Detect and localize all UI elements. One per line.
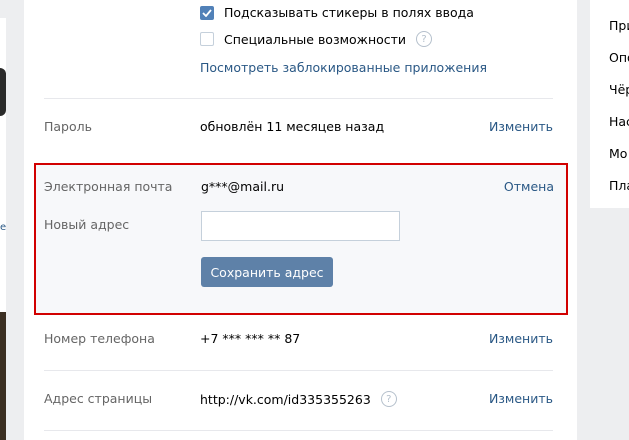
nav-item[interactable]: При	[609, 18, 629, 33]
option-sticker-hints[interactable]: Подсказывать стикеры в полях ввода	[200, 5, 474, 20]
page-address-label: Адрес страницы	[44, 391, 153, 406]
left-column: e	[0, 0, 24, 440]
option-label: Подсказывать стикеры в полях ввода	[224, 5, 474, 20]
option-accessibility[interactable]: Специальные возможности ?	[200, 31, 433, 47]
left-avatar-fragment	[0, 68, 6, 116]
left-card	[0, 18, 6, 312]
help-icon[interactable]: ?	[380, 391, 397, 407]
settings-panel: Подсказывать стикеры в полях ввода Специ…	[24, 0, 577, 440]
divider	[44, 370, 553, 371]
checkbox-checked-icon[interactable]	[200, 5, 214, 20]
new-email-input[interactable]	[201, 211, 400, 241]
checkbox-unchecked-icon[interactable]	[200, 32, 214, 46]
phone-label: Номер телефона	[44, 331, 155, 346]
save-address-button[interactable]: Сохранить адрес	[201, 257, 333, 287]
settings-nav-menu: При Опо Чёр Нас Мо Пла	[590, 0, 629, 208]
option-label: Специальные возможности	[224, 31, 407, 47]
blocked-apps-link[interactable]: Посмотреть заблокированные приложения	[200, 60, 487, 75]
left-text-fragment: e	[0, 222, 7, 233]
password-value: обновлён 11 месяцев назад	[200, 119, 385, 134]
email-label: Электронная почта	[44, 179, 173, 194]
divider	[44, 430, 553, 431]
phone-change-link[interactable]: Изменить	[489, 331, 553, 346]
email-cancel-link[interactable]: Отмена	[504, 179, 554, 194]
nav-item[interactable]: Опо	[609, 50, 629, 65]
left-photo-fragment	[0, 312, 6, 440]
email-value: g***@mail.ru	[201, 179, 285, 194]
page-address-row: http://vk.com/id335355263 ?	[200, 391, 397, 407]
password-change-link[interactable]: Изменить	[489, 119, 553, 134]
nav-item[interactable]: Чёр	[609, 82, 629, 97]
page-address-value: http://vk.com/id335355263	[200, 391, 371, 407]
phone-value: +7 *** *** ** 87	[200, 331, 301, 346]
nav-item[interactable]: Мо	[609, 146, 627, 161]
divider	[44, 98, 553, 99]
page-address-change-link[interactable]: Изменить	[489, 391, 553, 406]
nav-item[interactable]: Нас	[609, 114, 629, 129]
nav-item[interactable]: Пла	[609, 178, 629, 193]
password-label: Пароль	[44, 119, 92, 134]
help-icon[interactable]: ?	[416, 31, 433, 47]
new-address-label: Новый адрес	[44, 217, 130, 232]
email-edit-section: Электронная почта g***@mail.ru Отмена Но…	[34, 163, 568, 315]
